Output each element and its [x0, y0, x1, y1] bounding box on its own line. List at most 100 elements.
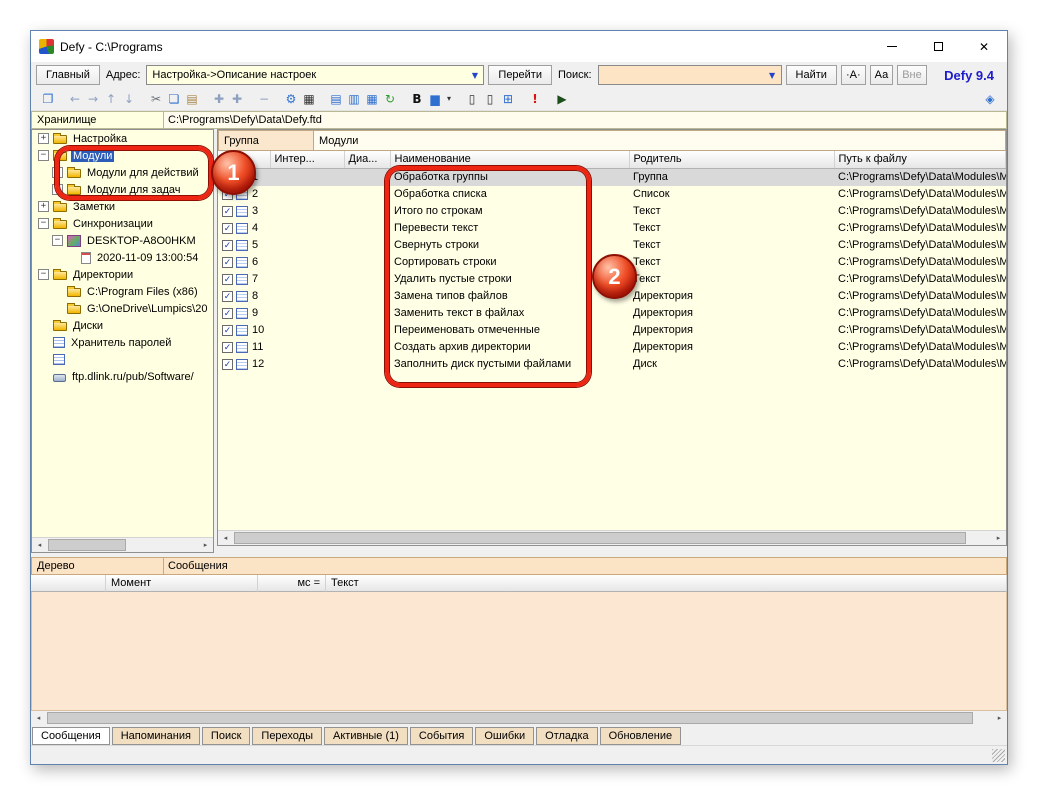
table-row[interactable]: 1Обработка группыГруппаC:\Programs\Defy\…: [218, 168, 1006, 186]
tab-events[interactable]: События: [409, 727, 474, 745]
collapse-minus-icon[interactable]: [38, 269, 49, 280]
highlight-color-icon[interactable]: ▆: [426, 89, 444, 109]
tree-tab[interactable]: Дерево: [31, 557, 164, 575]
table-row[interactable]: 3Итого по строкамТекстC:\Programs\Defy\D…: [218, 203, 1006, 220]
keyboard-icon[interactable]: ▦: [300, 89, 318, 109]
down-icon[interactable]: ↓: [120, 89, 138, 109]
grid-window-icon[interactable]: ⊞: [499, 89, 517, 109]
column-header-ms[interactable]: мс =: [258, 575, 326, 592]
scroll-left-icon[interactable]: ◂: [218, 531, 233, 545]
table-row[interactable]: 9Заменить текст в файлахДиректорияC:\Pro…: [218, 305, 1006, 322]
tree-item-disks[interactable]: Диски: [32, 317, 213, 334]
checkbox-checked[interactable]: [222, 205, 233, 217]
column-header-filepath[interactable]: Путь к файлу: [834, 151, 1006, 169]
tree-item-settings[interactable]: Настройка: [32, 130, 213, 147]
refresh-icon[interactable]: ↻: [381, 89, 399, 109]
document-icon[interactable]: ▤: [327, 89, 345, 109]
column-header-moment[interactable]: Момент: [106, 575, 258, 592]
scroll-right-icon[interactable]: ▸: [198, 538, 213, 552]
maximize-button[interactable]: [915, 31, 961, 62]
slider-icon[interactable]: ▯: [463, 89, 481, 109]
tree-item-unnamed[interactable]: [32, 351, 213, 368]
tree-item-ftp[interactable]: ftp.dlink.ru/pub/Software/: [32, 368, 213, 385]
tree-item-program-files[interactable]: C:\Program Files (x86): [32, 283, 213, 300]
add-child-icon[interactable]: ✚: [228, 89, 246, 109]
table-row[interactable]: 12Заполнить диск пустыми файламиДискC:\P…: [218, 356, 1006, 373]
alert-icon[interactable]: !: [526, 89, 544, 109]
table-row[interactable]: 11Создать архив директорииДиректорияC:\P…: [218, 339, 1006, 356]
scrollbar-thumb[interactable]: [47, 712, 973, 724]
layers-icon[interactable]: ◈: [981, 89, 999, 109]
expand-plus-icon[interactable]: [38, 133, 49, 144]
close-button[interactable]: ✕: [961, 31, 1007, 62]
table-row[interactable]: 2Обработка спискаСписокC:\Programs\Defy\…: [218, 186, 1006, 203]
tree-item-onedrive[interactable]: G:\OneDrive\Lumpics\20: [32, 300, 213, 317]
match-case-button[interactable]: Аа: [869, 65, 894, 85]
match-outside-button[interactable]: Вне: [897, 65, 927, 85]
tab-search[interactable]: Поиск: [201, 727, 251, 745]
scroll-left-icon[interactable]: ◂: [32, 538, 47, 552]
checkbox-checked[interactable]: [222, 273, 233, 285]
scrollbar-thumb[interactable]: [48, 539, 126, 551]
document-columns-icon[interactable]: ▥: [345, 89, 363, 109]
column-header-parent[interactable]: Родитель: [629, 151, 835, 169]
main-menu-button[interactable]: Главный: [36, 65, 100, 85]
checkbox-checked[interactable]: [222, 239, 233, 251]
collapse-minus-icon[interactable]: [52, 235, 63, 246]
column-header-interval[interactable]: Интер...: [270, 151, 345, 169]
tree-item-sync[interactable]: Синхронизации: [32, 215, 213, 232]
scroll-left-icon[interactable]: ◂: [31, 711, 46, 727]
column-header[interactable]: [31, 575, 106, 592]
scrollbar-thumb[interactable]: [234, 532, 966, 544]
expand-plus-icon[interactable]: [38, 201, 49, 212]
tree-item-password-keeper[interactable]: Хранитель паролей: [32, 334, 213, 351]
storage-path[interactable]: C:\Programs\Defy\Data\Defy.ftd: [164, 111, 1007, 129]
tab-errors[interactable]: Ошибки: [475, 727, 535, 745]
table-horizontal-scrollbar[interactable]: ◂ ▸: [218, 530, 1006, 545]
checkbox-checked[interactable]: [222, 341, 233, 353]
up-icon[interactable]: ↑: [102, 89, 120, 109]
tree-item-sync-timestamp[interactable]: 2020-11-09 13:00:54: [32, 249, 213, 266]
checkbox-checked[interactable]: [222, 307, 233, 319]
slider2-icon[interactable]: ▯: [481, 89, 499, 109]
checkbox-checked[interactable]: [222, 324, 233, 336]
tab-transitions[interactable]: Переходы: [252, 727, 323, 745]
copy-icon[interactable]: ❏: [165, 89, 183, 109]
collapse-minus-icon[interactable]: [38, 150, 49, 161]
table-row[interactable]: 4Перевести текстТекстC:\Programs\Defy\Da…: [218, 220, 1006, 237]
chevron-down-icon[interactable]: ▼: [468, 68, 481, 82]
table-row[interactable]: 10Переименовать отмеченныеДиректорияC:\P…: [218, 322, 1006, 339]
find-button[interactable]: Найти: [785, 65, 837, 85]
messages-horizontal-scrollbar[interactable]: ◂ ▸: [31, 711, 1007, 727]
resize-grip[interactable]: [992, 749, 1005, 762]
run-icon[interactable]: ▶: [553, 89, 571, 109]
checkbox-checked[interactable]: [222, 222, 233, 234]
scroll-right-icon[interactable]: ▸: [991, 531, 1006, 545]
checkbox-checked[interactable]: [222, 358, 233, 370]
bold-icon[interactable]: B: [408, 89, 426, 109]
tree-item-directories[interactable]: Директории: [32, 266, 213, 283]
tree-horizontal-scrollbar[interactable]: ◂ ▸: [32, 537, 213, 552]
cut-icon[interactable]: ✂: [147, 89, 165, 109]
search-combobox[interactable]: ▼: [597, 65, 782, 85]
collapse-minus-icon[interactable]: [38, 218, 49, 229]
add-icon[interactable]: ✚: [210, 89, 228, 109]
group-value[interactable]: Модули: [314, 130, 1006, 151]
chevron-down-icon[interactable]: ▼: [766, 68, 779, 82]
settings-gear-icon[interactable]: ⚙: [282, 89, 300, 109]
column-header-dialog[interactable]: Диа...: [344, 151, 391, 169]
forward-icon[interactable]: →: [84, 89, 102, 109]
tab-update[interactable]: Обновление: [599, 727, 682, 745]
remove-icon[interactable]: −: [255, 89, 273, 109]
column-header-text[interactable]: Текст: [326, 575, 1007, 592]
back-icon[interactable]: ←: [66, 89, 84, 109]
document-grid-icon[interactable]: ▦: [363, 89, 381, 109]
match-exact-button[interactable]: ·А·: [840, 65, 866, 85]
scroll-right-icon[interactable]: ▸: [992, 711, 1007, 727]
tab-debug[interactable]: Отладка: [536, 727, 598, 745]
tree-item-desktop[interactable]: DESKTOP-A8O0HKM: [32, 232, 213, 249]
chevron-down-icon[interactable]: ▾: [444, 89, 454, 109]
new-copy-icon[interactable]: ❐: [39, 89, 57, 109]
address-combobox[interactable]: Настройка->Описание настроек ▼: [146, 65, 485, 85]
go-button[interactable]: Перейти: [488, 65, 552, 85]
